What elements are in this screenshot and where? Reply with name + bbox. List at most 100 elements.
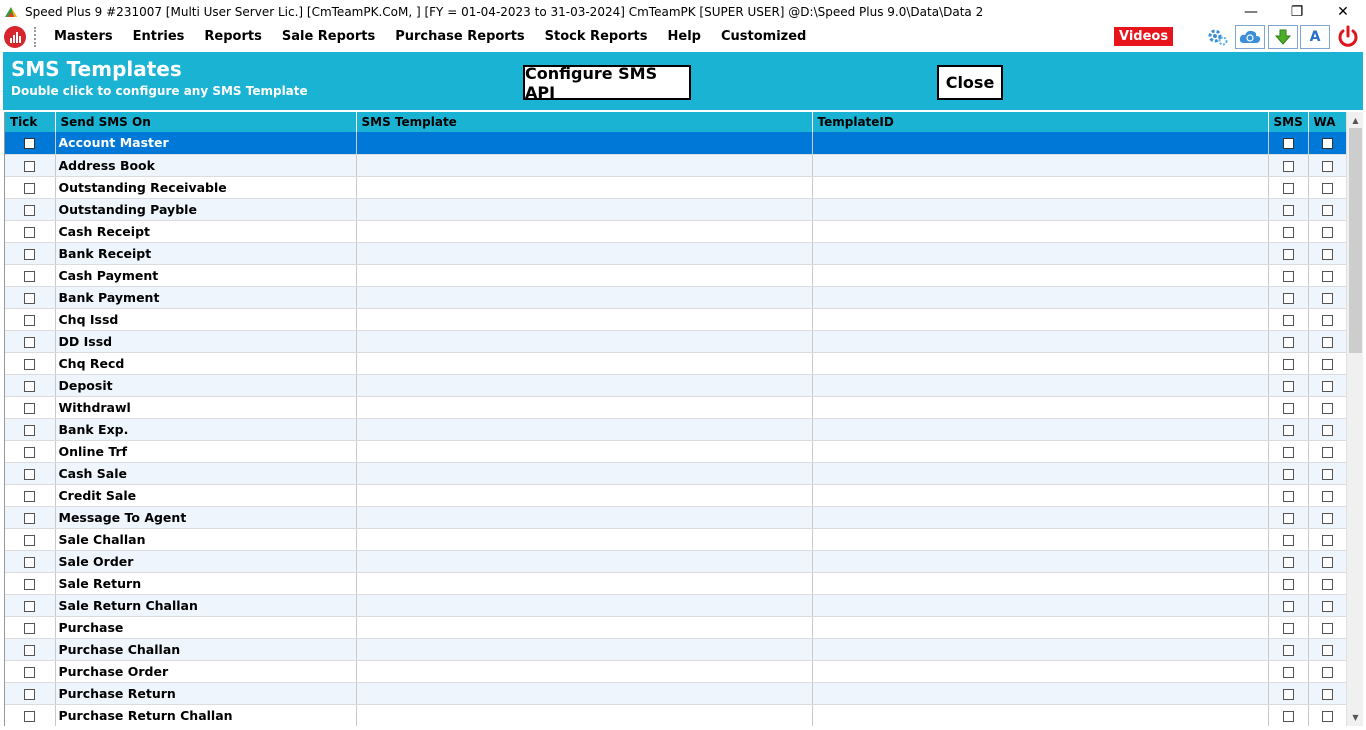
send-sms-on-cell[interactable]: Sale Order (55, 550, 357, 573)
scroll-up-arrow-icon[interactable]: ▲ (1347, 112, 1364, 129)
template-id-cell[interactable] (812, 154, 1269, 177)
wa-checkbox[interactable] (1322, 270, 1333, 282)
template-id-cell[interactable] (812, 528, 1269, 551)
sms-template-cell[interactable] (356, 374, 813, 397)
sms-template-cell[interactable] (356, 220, 813, 243)
tick-checkbox[interactable] (24, 534, 36, 546)
table-row[interactable]: Purchase (5, 616, 1346, 639)
wa-checkbox[interactable] (1322, 556, 1333, 568)
table-row[interactable]: Withdrawl (5, 396, 1346, 419)
table-row[interactable]: Outstanding Payble (5, 198, 1346, 221)
send-sms-on-cell[interactable]: Deposit (55, 374, 357, 397)
template-id-cell[interactable] (812, 550, 1269, 573)
table-row[interactable]: Bank Receipt (5, 242, 1346, 265)
send-sms-on-cell[interactable]: Purchase (55, 616, 357, 639)
menu-stock-reports[interactable]: Stock Reports (535, 29, 658, 44)
tick-checkbox[interactable] (24, 512, 36, 524)
sms-checkbox[interactable] (1282, 226, 1294, 238)
tick-checkbox[interactable] (24, 160, 36, 172)
configure-sms-api-button[interactable]: Configure SMS API (523, 64, 691, 102)
template-id-cell[interactable] (812, 616, 1269, 639)
sms-templates-grid[interactable]: Tick Send SMS On SMS Template TemplateID… (4, 112, 1346, 726)
tick-checkbox[interactable] (24, 358, 36, 370)
sms-template-cell[interactable] (356, 418, 813, 441)
tick-checkbox[interactable] (24, 424, 36, 436)
sms-checkbox[interactable] (1282, 292, 1294, 304)
send-sms-on-cell[interactable]: Withdrawl (55, 396, 357, 419)
template-id-cell[interactable] (812, 286, 1269, 309)
table-row[interactable]: Cash Payment (5, 264, 1346, 287)
wa-checkbox[interactable] (1322, 402, 1333, 414)
sms-template-cell[interactable] (356, 286, 813, 309)
sms-template-cell[interactable] (356, 462, 813, 485)
template-id-cell[interactable] (812, 176, 1269, 199)
app-logo-icon[interactable] (4, 25, 26, 48)
sms-template-cell[interactable] (356, 484, 813, 507)
tick-checkbox[interactable] (24, 380, 36, 392)
template-id-cell[interactable] (812, 440, 1269, 463)
table-row[interactable]: Bank Payment (5, 286, 1346, 309)
table-row[interactable]: Cash Sale (5, 462, 1346, 485)
template-id-cell[interactable] (812, 594, 1269, 617)
table-row[interactable]: Purchase Challan (5, 638, 1346, 661)
wa-checkbox[interactable] (1322, 468, 1333, 480)
table-row[interactable]: Credit Sale (5, 484, 1346, 507)
tick-checkbox[interactable] (24, 556, 36, 568)
send-sms-on-cell[interactable]: Chq Issd (55, 308, 357, 331)
send-sms-on-cell[interactable]: Cash Sale (55, 462, 357, 485)
menu-sale-reports[interactable]: Sale Reports (272, 29, 385, 44)
tick-checkbox[interactable] (24, 292, 36, 304)
template-id-cell[interactable] (812, 374, 1269, 397)
sms-template-cell[interactable] (356, 352, 813, 375)
tick-checkbox[interactable] (24, 600, 36, 612)
tick-checkbox[interactable] (24, 402, 36, 414)
tick-checkbox[interactable] (24, 644, 36, 656)
col-header-template-id[interactable]: TemplateID (812, 112, 1269, 132)
tick-checkbox[interactable] (24, 248, 36, 260)
sms-template-cell[interactable] (356, 396, 813, 419)
wa-checkbox[interactable] (1322, 424, 1333, 436)
send-sms-on-cell[interactable]: Purchase Challan (55, 638, 357, 661)
wa-checkbox[interactable] (1322, 204, 1333, 216)
power-icon[interactable] (1333, 25, 1363, 49)
wa-checkbox[interactable] (1322, 314, 1333, 326)
send-sms-on-cell[interactable]: Bank Exp. (55, 418, 357, 441)
sms-template-cell[interactable] (356, 660, 813, 683)
template-id-cell[interactable] (812, 418, 1269, 441)
menu-masters[interactable]: Masters (44, 29, 123, 44)
table-row[interactable]: Cash Receipt (5, 220, 1346, 243)
tick-checkbox[interactable] (24, 578, 36, 590)
scroll-thumb[interactable] (1349, 128, 1362, 353)
template-id-cell[interactable] (812, 330, 1269, 353)
font-a-icon[interactable]: A (1300, 25, 1330, 49)
tick-checkbox[interactable] (24, 468, 36, 480)
sms-checkbox[interactable] (1282, 204, 1294, 216)
send-sms-on-cell[interactable]: Purchase Order (55, 660, 357, 683)
videos-button[interactable]: Videos (1114, 27, 1174, 46)
table-row[interactable]: DD Issd (5, 330, 1346, 353)
wa-checkbox[interactable] (1322, 600, 1333, 612)
sms-template-cell[interactable] (356, 550, 813, 573)
sms-checkbox[interactable] (1282, 446, 1294, 458)
table-row[interactable]: Sale Challan (5, 528, 1346, 551)
menu-entries[interactable]: Entries (123, 29, 195, 44)
send-sms-on-cell[interactable]: Sale Return (55, 572, 357, 595)
sms-checkbox[interactable] (1282, 270, 1294, 282)
table-row[interactable]: Purchase Return (5, 682, 1346, 705)
sms-template-cell[interactable] (356, 506, 813, 529)
wa-checkbox[interactable] (1322, 248, 1333, 260)
sms-checkbox[interactable] (1282, 402, 1294, 414)
template-id-cell[interactable] (812, 638, 1269, 661)
template-id-cell[interactable] (812, 660, 1269, 683)
sms-checkbox[interactable] (1282, 182, 1294, 194)
wa-checkbox[interactable] (1322, 578, 1333, 590)
send-sms-on-cell[interactable]: Sale Challan (55, 528, 357, 551)
sms-template-cell[interactable] (356, 198, 813, 221)
wa-checkbox[interactable] (1322, 226, 1333, 238)
template-id-cell[interactable] (812, 682, 1269, 705)
wa-checkbox[interactable] (1322, 182, 1333, 194)
template-id-cell[interactable] (812, 308, 1269, 331)
col-header-wa[interactable]: WA (1308, 112, 1346, 132)
send-sms-on-cell[interactable]: Sale Return Challan (55, 594, 357, 617)
wa-checkbox[interactable] (1322, 644, 1333, 656)
